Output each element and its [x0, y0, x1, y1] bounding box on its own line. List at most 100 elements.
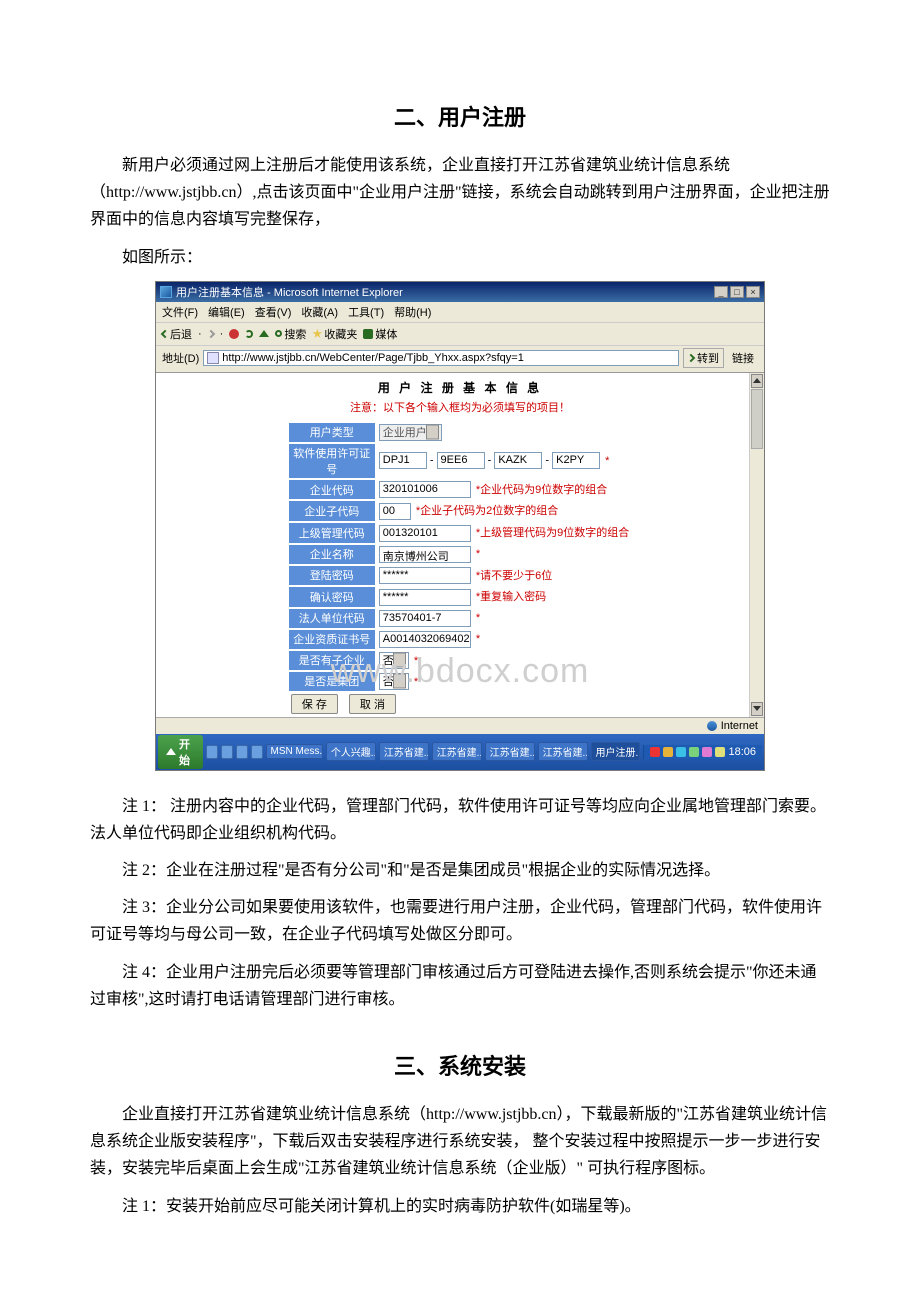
isgroup-star: *: [412, 676, 418, 688]
input-cert[interactable]: A0014032069402: [379, 631, 471, 648]
hint-password2: *重复输入密码: [474, 591, 546, 603]
taskbar-item[interactable]: MSN Mess...: [266, 744, 323, 759]
minimize-button[interactable]: _: [714, 286, 728, 298]
home-button[interactable]: [259, 330, 269, 337]
links-button[interactable]: 链接: [728, 349, 758, 367]
input-password2[interactable]: ******: [379, 589, 471, 606]
go-icon: [687, 354, 695, 362]
globe-icon: [707, 721, 717, 731]
menu-tools[interactable]: 工具(T): [348, 304, 384, 320]
security-zone: Internet: [721, 720, 758, 732]
search-button[interactable]: 搜索: [275, 326, 306, 342]
taskbar-item[interactable]: 江苏省建...: [538, 742, 588, 761]
back-button[interactable]: 后退: [162, 326, 192, 342]
scrollbar[interactable]: [749, 373, 764, 717]
taskbar-item-active[interactable]: 用户注册...: [591, 742, 641, 761]
menu-help[interactable]: 帮助(H): [394, 304, 431, 320]
label-mgmt: 上级管理代码: [289, 523, 375, 543]
page-notice: 注意：以下各个输入框均为必须填写的项目！: [156, 399, 764, 421]
scroll-thumb[interactable]: [751, 389, 763, 449]
cancel-button[interactable]: 取 消: [349, 694, 396, 714]
input-subcode[interactable]: 00: [379, 503, 411, 520]
input-code[interactable]: 320101006: [379, 481, 471, 498]
address-input[interactable]: http://www.jstjbb.cn/WebCenter/Page/Tjbb…: [203, 350, 679, 366]
license-part3[interactable]: KAZK: [494, 452, 542, 469]
tray-icon[interactable]: [676, 747, 686, 757]
page-content: 用 户 注 册 基 本 信 息 注意：以下各个输入框均为必须填写的项目！ 用户类…: [156, 373, 764, 717]
media-label: 媒体: [375, 326, 397, 342]
scroll-up-button[interactable]: [751, 374, 763, 388]
menu-edit[interactable]: 编辑(E): [208, 304, 245, 320]
registration-form: 用户类型 企业用户 软件使用许可证号 DPJ1 - 9EE6 - KAZK - …: [287, 421, 633, 717]
toolbar: 后退 · · 搜索 收藏夹 媒体: [156, 323, 764, 346]
scroll-down-button[interactable]: [751, 702, 763, 716]
hint-password: *请不要少于6位: [474, 570, 552, 582]
license-part4[interactable]: K2PY: [552, 452, 600, 469]
maximize-button[interactable]: □: [730, 286, 744, 298]
quicklaunch-icon[interactable]: [236, 745, 248, 759]
legal-star: *: [474, 612, 480, 624]
hassub-star: *: [412, 655, 418, 667]
forward-button[interactable]: [208, 331, 214, 337]
menu-view[interactable]: 查看(V): [255, 304, 292, 320]
tray-icon[interactable]: [702, 747, 712, 757]
titlebar: 用户注册基本信息 - Microsoft Internet Explorer _…: [156, 282, 764, 302]
select-hassub[interactable]: 否: [379, 652, 409, 669]
stop-icon: [229, 329, 239, 339]
tray-icon[interactable]: [663, 747, 673, 757]
chevron-up-icon: [753, 378, 761, 383]
label-subcode: 企业子代码: [289, 501, 375, 521]
taskbar-item[interactable]: 江苏省建...: [485, 742, 535, 761]
menu-fav[interactable]: 收藏(A): [301, 304, 338, 320]
input-password[interactable]: ******: [379, 567, 471, 584]
save-button[interactable]: 保 存: [291, 694, 338, 714]
tray-icon[interactable]: [689, 747, 699, 757]
quicklaunch-icon[interactable]: [206, 745, 218, 759]
license-part1[interactable]: DPJ1: [379, 452, 427, 469]
go-button[interactable]: 转到: [683, 348, 724, 368]
forward-icon: [206, 330, 214, 338]
close-button[interactable]: ×: [746, 286, 760, 298]
input-mgmt[interactable]: 001320101: [379, 525, 471, 542]
section1-intro: 新用户必须通过网上注册后才能使用该系统，企业直接打开江苏省建筑业统计信息系统（h…: [90, 152, 830, 234]
select-user-type[interactable]: 企业用户: [379, 424, 442, 441]
label-hassub: 是否有子企业: [289, 651, 375, 670]
name-star: *: [474, 548, 480, 560]
tray-icon[interactable]: [715, 747, 725, 757]
license-part2[interactable]: 9EE6: [437, 452, 485, 469]
menu-file[interactable]: 文件(F): [162, 304, 198, 320]
tray-icon[interactable]: [650, 747, 660, 757]
quicklaunch-icon[interactable]: [221, 745, 233, 759]
address-url: http://www.jstjbb.cn/WebCenter/Page/Tjbb…: [222, 352, 524, 364]
address-label: 地址(D): [162, 350, 199, 366]
statusbar: Internet: [156, 717, 764, 734]
start-button[interactable]: 开始: [158, 735, 203, 769]
label-isgroup: 是否是集团: [289, 672, 375, 691]
menubar: 文件(F) 编辑(E) 查看(V) 收藏(A) 工具(T) 帮助(H): [156, 302, 764, 323]
system-tray: 18:06: [643, 745, 762, 759]
select-isgroup[interactable]: 否: [379, 673, 409, 690]
note-3: 注 3：企业分公司如果要使用该软件，也需要进行用户注册，企业代码，管理部门代码，…: [90, 894, 830, 948]
ie-icon: [160, 286, 172, 298]
media-button[interactable]: 媒体: [363, 326, 397, 342]
favorites-button[interactable]: 收藏夹: [312, 326, 357, 342]
label-code: 企业代码: [289, 480, 375, 500]
taskbar-item[interactable]: 江苏省建...: [379, 742, 429, 761]
back-label: 后退: [170, 326, 192, 342]
window-title: 用户注册基本信息 - Microsoft Internet Explorer: [176, 284, 403, 300]
taskbar-item[interactable]: 江苏省建...: [432, 742, 482, 761]
taskbar-item[interactable]: 个人兴趣...: [326, 742, 376, 761]
quicklaunch-icon[interactable]: [251, 745, 263, 759]
refresh-button[interactable]: [245, 330, 253, 338]
refresh-icon: [245, 330, 253, 338]
input-name[interactable]: 南京博州公司: [379, 546, 471, 563]
cert-star: *: [474, 633, 480, 645]
stop-button[interactable]: [229, 329, 239, 339]
page-title: 用 户 注 册 基 本 信 息: [156, 373, 764, 399]
section1-title: 二、用户注册: [90, 100, 830, 132]
label-legal: 法人单位代码: [289, 609, 375, 628]
addressbar: 地址(D) http://www.jstjbb.cn/WebCenter/Pag…: [156, 346, 764, 373]
section2-p1: 企业直接打开江苏省建筑业统计信息系统（http://www.jstjbb.cn）…: [90, 1101, 830, 1183]
input-legal[interactable]: 73570401-7: [379, 610, 471, 627]
favorites-icon: [312, 329, 322, 339]
